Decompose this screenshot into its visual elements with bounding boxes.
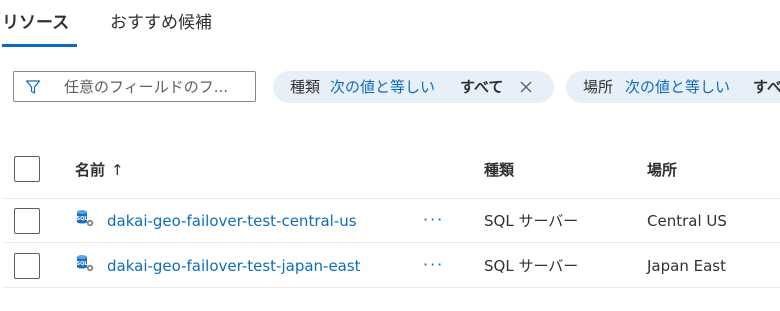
type-filter-value: すべて: [460, 78, 504, 96]
svg-text:SQL: SQL: [76, 216, 88, 222]
column-header-name-label: 名前: [75, 161, 106, 179]
sort-ascending-icon: ↑: [111, 161, 124, 179]
row-divider: [2, 287, 780, 288]
sql-server-icon: SQL: [76, 255, 94, 272]
location-filter-operator: 次の値と等しい: [625, 78, 731, 96]
close-icon[interactable]: [519, 80, 533, 94]
sql-server-icon: SQL: [76, 210, 94, 227]
column-header-location[interactable]: 場所: [647, 159, 677, 181]
resource-type: SQL サーバー: [484, 212, 579, 230]
row-checkbox[interactable]: [14, 208, 40, 234]
row-checkbox[interactable]: [14, 253, 40, 279]
funnel-icon: [25, 80, 41, 94]
active-tab-indicator: [2, 44, 77, 47]
tab-bar: リソース おすすめ候補: [0, 0, 780, 50]
tab-resources[interactable]: リソース: [2, 11, 69, 35]
select-all-checkbox[interactable]: [14, 156, 40, 182]
resource-location: Central US: [647, 212, 727, 230]
more-actions-button[interactable]: ···: [423, 254, 444, 276]
type-filter-key: 種類: [290, 78, 321, 96]
svg-text:SQL: SQL: [76, 261, 88, 267]
filter-input[interactable]: 任意のフィールドのフ...: [13, 71, 256, 102]
more-actions-button[interactable]: ···: [423, 209, 444, 231]
location-filter-value: すべ: [753, 78, 780, 96]
resource-list-panel: リソース おすすめ候補 任意のフィールドのフ... 種類 次の値と等しい すべて…: [0, 0, 780, 311]
column-header-name[interactable]: 名前 ↑: [75, 159, 124, 181]
resource-name-link[interactable]: dakai-geo-failover-test-japan-east: [107, 255, 361, 277]
location-filter-key: 場所: [583, 78, 614, 96]
filter-placeholder: 任意のフィールドのフ...: [64, 78, 229, 96]
resource-location: Japan East: [647, 257, 726, 275]
header-divider: [2, 198, 780, 199]
type-filter-pill[interactable]: 種類 次の値と等しい すべて: [273, 71, 554, 103]
type-filter-operator: 次の値と等しい: [330, 78, 436, 96]
resource-type: SQL サーバー: [484, 257, 579, 275]
row-divider: [2, 242, 780, 243]
resource-name-link[interactable]: dakai-geo-failover-test-central-us: [107, 210, 357, 232]
column-header-type[interactable]: 種類: [484, 159, 514, 181]
location-filter-pill[interactable]: 場所 次の値と等しい すべ: [566, 71, 780, 103]
tab-recommended[interactable]: おすすめ候補: [110, 11, 212, 35]
